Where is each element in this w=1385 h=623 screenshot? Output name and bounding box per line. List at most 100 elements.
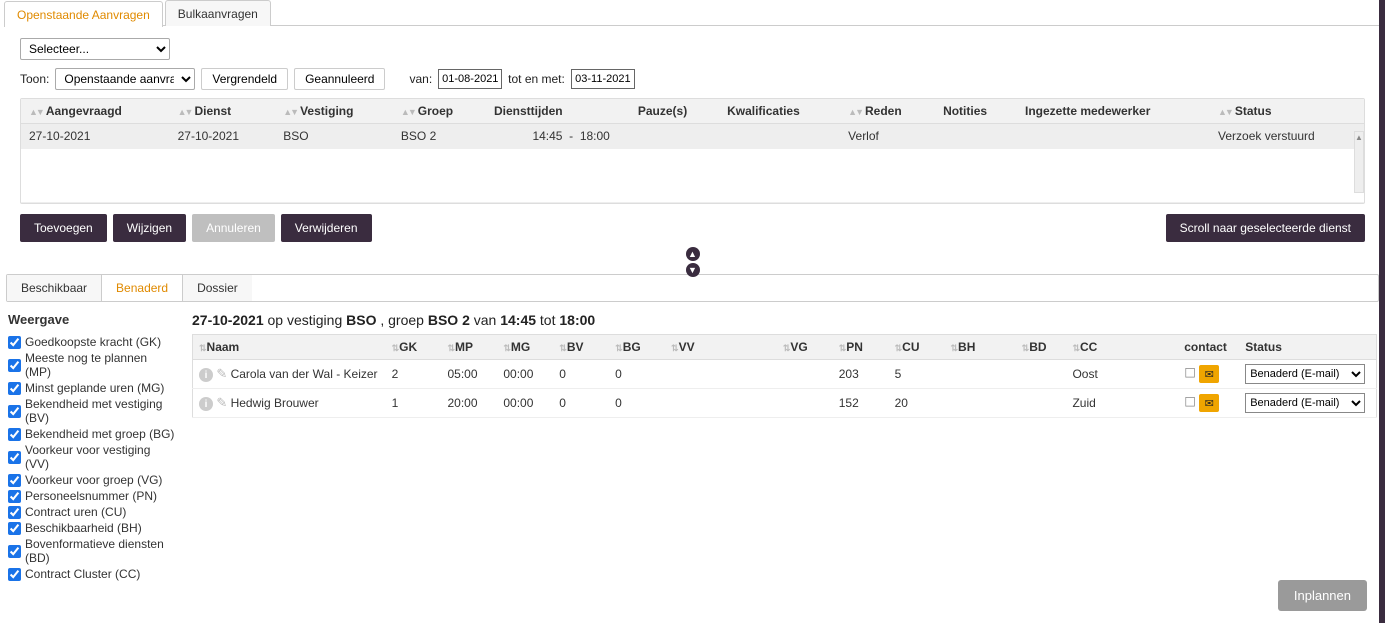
weergave-item[interactable]: Goedkoopste kracht (GK) <box>8 335 176 349</box>
cell-gk: 2 <box>386 360 442 389</box>
weergave-checkbox[interactable] <box>8 545 21 558</box>
weergave-checkbox[interactable] <box>8 474 21 487</box>
tab-dossier[interactable]: Dossier <box>183 275 252 301</box>
ecol-vv[interactable]: ⇅VV <box>665 335 777 360</box>
col-diensttijden[interactable]: Diensttijden <box>486 99 630 124</box>
ecol-mg[interactable]: ⇅MG <box>497 335 553 360</box>
weergave-checkbox[interactable] <box>8 506 21 519</box>
tab-benaderd[interactable]: Benaderd <box>102 275 183 301</box>
btn-scroll-to-dienst[interactable]: Scroll naar geselecteerde dienst <box>1166 214 1365 242</box>
ecol-bv[interactable]: ⇅BV <box>553 335 609 360</box>
weergave-item[interactable]: Bekendheid met groep (BG) <box>8 427 176 441</box>
weergave-checkbox[interactable] <box>8 522 21 535</box>
mail-icon[interactable]: ✉ <box>1199 394 1219 412</box>
cell-bv: 0 <box>553 360 609 389</box>
status-select[interactable]: Benaderd (E-mail) <box>1245 364 1365 384</box>
weergave-item[interactable]: Personeelsnummer (PN) <box>8 489 176 503</box>
employee-row[interactable]: i ✎ Hedwig Brouwer120:0000:000015220Zuid… <box>193 389 1377 418</box>
select-selecteer[interactable]: Selecteer... <box>20 38 170 60</box>
arrow-up-icon[interactable]: ▲ <box>686 247 700 261</box>
weergave-item[interactable]: Voorkeur voor vestiging (VV) <box>8 443 176 471</box>
weergave-item[interactable]: Beschikbaarheid (BH) <box>8 521 176 535</box>
tot-label: tot en met: <box>508 72 565 86</box>
cell-vv <box>665 360 777 389</box>
ecol-cu[interactable]: ⇅CU <box>889 335 945 360</box>
input-tot[interactable] <box>571 69 635 89</box>
weergave-checkbox[interactable] <box>8 490 21 503</box>
col-reden[interactable]: ▲▼Reden <box>840 99 935 124</box>
weergave-checkbox[interactable] <box>8 428 21 441</box>
ecol-naam[interactable]: ⇅Naam <box>193 335 386 360</box>
weergave-label: Contract uren (CU) <box>25 505 126 519</box>
tab-bulk[interactable]: Bulkaanvragen <box>165 0 271 26</box>
weergave-label: Personeelsnummer (PN) <box>25 489 157 503</box>
col-groep[interactable]: ▲▼Groep <box>393 99 486 124</box>
col-vestiging[interactable]: ▲▼Vestiging <box>275 99 393 124</box>
table-scrollbar[interactable]: ▲ <box>1354 131 1364 193</box>
weergave-item[interactable]: Minst geplande uren (MG) <box>8 381 176 395</box>
ecol-pn[interactable]: ⇅PN <box>833 335 889 360</box>
weergave-item[interactable]: Contract uren (CU) <box>8 505 176 519</box>
select-toon[interactable]: Openstaande aanvragen <box>55 68 195 90</box>
btn-geannuleerd[interactable]: Geannuleerd <box>294 68 385 90</box>
ecol-bd[interactable]: ⇅BD <box>1016 335 1067 360</box>
weergave-label: Goedkoopste kracht (GK) <box>25 335 161 349</box>
weergave-checkbox[interactable] <box>8 336 21 349</box>
ecol-mp[interactable]: ⇅MP <box>441 335 497 360</box>
info-icon[interactable]: i <box>199 397 213 411</box>
col-pauzes[interactable]: Pauze(s) <box>630 99 719 124</box>
phone-icon[interactable]: ☐ <box>1184 366 1196 381</box>
btn-annuleren[interactable]: Annuleren <box>192 214 275 242</box>
employee-row[interactable]: i ✎ Carola van der Wal - Keizer205:0000:… <box>193 360 1377 389</box>
employee-name: Hedwig Brouwer <box>231 396 319 410</box>
btn-vergrendeld[interactable]: Vergrendeld <box>201 68 288 90</box>
weergave-item[interactable]: Bekendheid met vestiging (BV) <box>8 397 176 425</box>
ecol-bh[interactable]: ⇅BH <box>945 335 1016 360</box>
col-kwalificaties[interactable]: Kwalificaties <box>719 99 840 124</box>
note-icon[interactable]: ✎ <box>216 395 227 410</box>
cell-bg: 0 <box>609 389 665 418</box>
btn-verwijderen[interactable]: Verwijderen <box>281 214 372 242</box>
ecol-vg[interactable]: ⇅VG <box>777 335 833 360</box>
ecol-cc[interactable]: ⇅CC <box>1066 335 1178 360</box>
mail-icon[interactable]: ✉ <box>1199 365 1219 383</box>
col-status[interactable]: ▲▼Status <box>1210 99 1364 124</box>
cell-mp: 05:00 <box>441 360 497 389</box>
input-van[interactable] <box>438 69 502 89</box>
col-aangevraagd[interactable]: ▲▼Aangevraagd <box>21 99 170 124</box>
ecol-bg[interactable]: ⇅BG <box>609 335 665 360</box>
weergave-item[interactable]: Meeste nog te plannen (MP) <box>8 351 176 379</box>
btn-inplannen[interactable]: Inplannen <box>1278 580 1367 611</box>
arrow-down-icon[interactable]: ▼ <box>686 263 700 277</box>
weergave-item[interactable]: Voorkeur voor groep (VG) <box>8 473 176 487</box>
phone-icon[interactable]: ☐ <box>1184 395 1196 410</box>
note-icon[interactable]: ✎ <box>216 366 227 381</box>
tab-beschikbaar[interactable]: Beschikbaar <box>7 275 102 301</box>
weergave-label: Bekendheid met groep (BG) <box>25 427 174 441</box>
info-icon[interactable]: i <box>199 368 213 382</box>
cell-vg <box>777 389 833 418</box>
weergave-item[interactable]: Bovenformatieve diensten (BD) <box>8 537 176 565</box>
tab-openstaande[interactable]: Openstaande Aanvragen <box>4 1 163 27</box>
weergave-item[interactable]: Contract Cluster (CC) <box>8 567 176 581</box>
btn-wijzigen[interactable]: Wijzigen <box>113 214 186 242</box>
content-title: 27-10-2021 op vestiging BSO , groep BSO … <box>192 312 1377 328</box>
right-accent-bar <box>1379 0 1385 623</box>
status-select[interactable]: Benaderd (E-mail) <box>1245 393 1365 413</box>
weergave-checkbox[interactable] <box>8 359 21 372</box>
btn-toevoegen[interactable]: Toevoegen <box>20 214 107 242</box>
weergave-checkbox[interactable] <box>8 451 21 464</box>
weergave-checkbox[interactable] <box>8 568 21 581</box>
ecol-gk[interactable]: ⇅GK <box>386 335 442 360</box>
col-dienst[interactable]: ▲▼Dienst <box>170 99 276 124</box>
cell-bd <box>1016 360 1067 389</box>
col-medewerker[interactable]: Ingezette medewerker <box>1017 99 1210 124</box>
weergave-label: Minst geplande uren (MG) <box>25 381 164 395</box>
cell-vv <box>665 389 777 418</box>
employee-name: Carola van der Wal - Keizer <box>231 367 378 381</box>
weergave-checkbox[interactable] <box>8 405 21 418</box>
cell-cc: Oost <box>1066 360 1178 389</box>
table-row[interactable]: 27-10-2021 27-10-2021 BSO BSO 2 14:45 - … <box>21 124 1364 149</box>
col-notities[interactable]: Notities <box>935 99 1017 124</box>
weergave-checkbox[interactable] <box>8 382 21 395</box>
